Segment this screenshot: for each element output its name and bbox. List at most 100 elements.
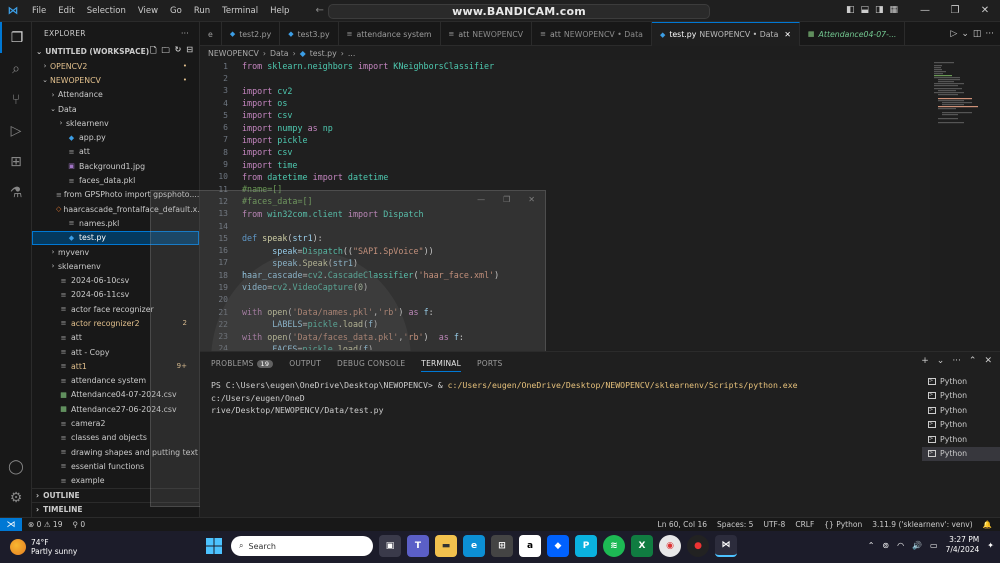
- editor-tab[interactable]: ≡ att NEWOPENCV: [441, 22, 533, 46]
- problems-status[interactable]: ⊗ 0 ⚠ 19: [28, 520, 62, 529]
- menu-view[interactable]: View: [132, 6, 164, 16]
- menu-file[interactable]: File: [26, 6, 52, 16]
- language-mode[interactable]: {} Python: [824, 520, 862, 529]
- more-actions-icon[interactable]: ···: [985, 29, 994, 39]
- tree-file[interactable]: ≡ att: [32, 145, 199, 159]
- maximize-panel-icon[interactable]: ⌃: [969, 356, 977, 366]
- vscode-taskbar-icon[interactable]: ⋈: [715, 535, 737, 557]
- editor-tab[interactable]: ≡ attendance system: [339, 22, 441, 46]
- notifications-bell-icon[interactable]: 🔔: [983, 520, 992, 529]
- terminal-instance[interactable]: > Python: [922, 389, 1000, 404]
- copilot-icon[interactable]: ✦: [987, 541, 994, 550]
- terminal-instance[interactable]: > Python: [922, 374, 1000, 389]
- chevron-down-icon[interactable]: ⌄: [961, 29, 969, 39]
- run-python-file-icon[interactable]: ▷: [950, 29, 957, 39]
- editor-tab[interactable]: ◆ test.py NEWOPENCV • Data ✕: [651, 22, 800, 46]
- minimize-icon[interactable]: —: [477, 195, 485, 204]
- toggle-secondary-sidebar-icon[interactable]: ◨: [875, 5, 884, 15]
- new-file-icon[interactable]: 🗋: [150, 45, 156, 59]
- manage-gear-icon[interactable]: ⚙: [0, 482, 32, 513]
- panel-tab-ports[interactable]: PORTS: [477, 359, 502, 368]
- file-explorer-icon[interactable]: ▬: [435, 535, 457, 557]
- back-arrow-icon[interactable]: ←: [315, 5, 323, 16]
- close-icon[interactable]: ✕: [528, 195, 535, 204]
- split-editor-icon[interactable]: ◫: [973, 29, 982, 39]
- tree-folder[interactable]: › sklearnenv: [32, 116, 199, 130]
- editor-tab[interactable]: e: [200, 22, 222, 46]
- menu-run[interactable]: Run: [188, 6, 216, 16]
- python-interpreter[interactable]: 3.11.9 ('sklearnenv': venv): [872, 520, 972, 529]
- panel-tab-terminal[interactable]: TERMINAL: [421, 355, 462, 372]
- refresh-icon[interactable]: ↻: [175, 45, 182, 59]
- collapse-all-icon[interactable]: ⊟: [186, 45, 193, 59]
- search-icon[interactable]: ⌕: [0, 53, 32, 84]
- wifi-icon[interactable]: ◠: [897, 541, 904, 550]
- new-folder-icon[interactable]: 🗀: [162, 45, 170, 59]
- dropbox-icon[interactable]: ◆: [547, 535, 569, 557]
- breadcrumb-file[interactable]: test.py: [310, 49, 337, 58]
- network-icon[interactable]: ⊚: [882, 541, 889, 550]
- system-clock[interactable]: 3:27 PM 7/4/2024: [946, 535, 980, 555]
- panel-tab-debug-console[interactable]: DEBUG CONSOLE: [337, 359, 405, 368]
- toggle-sidebar-icon[interactable]: ◧: [846, 5, 855, 15]
- terminal-output[interactable]: PS C:\Users\eugen\OneDrive\Desktop\NEWOP…: [211, 379, 861, 417]
- more-actions-icon[interactable]: ···: [952, 356, 961, 366]
- breadcrumb-symbol[interactable]: ...: [348, 49, 355, 58]
- restore-icon[interactable]: ❐: [940, 0, 970, 22]
- extensions-icon[interactable]: ⊞: [0, 146, 32, 177]
- file-encoding[interactable]: UTF-8: [763, 520, 785, 529]
- tree-file[interactable]: ▣ Background1.jpg: [32, 159, 199, 173]
- customize-layout-icon[interactable]: ▦: [890, 5, 899, 15]
- terminal-instance[interactable]: > Python: [922, 403, 1000, 418]
- menu-edit[interactable]: Edit: [52, 6, 80, 16]
- excel-icon[interactable]: X: [631, 535, 653, 557]
- workspace-header[interactable]: ⌄ UNTITLED (WORKSPACE) 🗋 🗀 ↻ ⊟: [32, 44, 199, 59]
- tree-folder[interactable]: › Attendance: [32, 88, 199, 102]
- ports-status[interactable]: ⚲ 0: [72, 520, 85, 529]
- tree-folder[interactable]: ⌄ NEWOPENCV •: [32, 73, 199, 87]
- editor-tab[interactable]: ◆ test3.py: [280, 22, 339, 46]
- minimize-icon[interactable]: —: [910, 0, 940, 22]
- menu-selection[interactable]: Selection: [81, 6, 132, 16]
- command-center[interactable]: www.BANDICAM.com: [328, 4, 710, 19]
- teams-icon[interactable]: T: [407, 535, 429, 557]
- testing-icon[interactable]: ⚗: [0, 177, 32, 208]
- panel-tab-problems[interactable]: PROBLEMS 19: [211, 359, 274, 368]
- terminal-instance[interactable]: > Python: [922, 446, 1000, 461]
- chevron-down-icon[interactable]: ⌄: [937, 356, 945, 366]
- toggle-panel-icon[interactable]: ⬓: [861, 5, 870, 15]
- taskbar-search[interactable]: ⌕ Search: [231, 536, 373, 556]
- task-view-icon[interactable]: ▣: [379, 535, 401, 557]
- cursor-position[interactable]: Ln 60, Col 16: [658, 520, 707, 529]
- weather-widget[interactable]: 74°F Partly sunny: [10, 538, 77, 556]
- explorer-icon[interactable]: ❐: [0, 22, 32, 53]
- more-actions-icon[interactable]: ···: [181, 29, 189, 38]
- terminal-instance[interactable]: > Python: [922, 418, 1000, 433]
- remote-indicator-icon[interactable]: ⋊: [0, 517, 22, 532]
- chrome-icon[interactable]: ◉: [659, 535, 681, 557]
- close-panel-icon[interactable]: ✕: [984, 356, 992, 366]
- bandicam-icon[interactable]: ●: [687, 535, 709, 557]
- tree-folder[interactable]: › OPENCV2 •: [32, 59, 199, 73]
- tree-file[interactable]: ≡ faces_data.pkl: [32, 173, 199, 187]
- breadcrumb-subfolder[interactable]: Data: [270, 49, 289, 58]
- indentation[interactable]: Spaces: 5: [717, 520, 753, 529]
- volume-icon[interactable]: 🔊: [912, 541, 922, 550]
- close-icon[interactable]: ✕: [970, 0, 1000, 22]
- minimap[interactable]: [930, 60, 992, 160]
- menu-help[interactable]: Help: [264, 6, 295, 16]
- panel-tab-output[interactable]: OUTPUT: [289, 359, 321, 368]
- editor-tab[interactable]: ≡ att NEWOPENCV • Data: [532, 22, 652, 46]
- editor-tab[interactable]: ▦ Attendance04-07-...: [800, 22, 906, 46]
- restore-icon[interactable]: ❐: [503, 195, 510, 204]
- tree-folder[interactable]: ⌄ Data: [32, 102, 199, 116]
- edge-icon[interactable]: e: [463, 535, 485, 557]
- show-hidden-icons-icon[interactable]: ⌃: [868, 541, 875, 550]
- battery-icon[interactable]: ▭: [930, 541, 938, 550]
- menu-go[interactable]: Go: [164, 6, 188, 16]
- pdf-app-icon[interactable]: P: [575, 535, 597, 557]
- close-tab-icon[interactable]: ✕: [784, 30, 791, 39]
- new-terminal-icon[interactable]: +: [921, 356, 929, 366]
- editor-tab[interactable]: ◆ test2.py: [222, 22, 281, 46]
- windows-start-icon[interactable]: [203, 535, 225, 557]
